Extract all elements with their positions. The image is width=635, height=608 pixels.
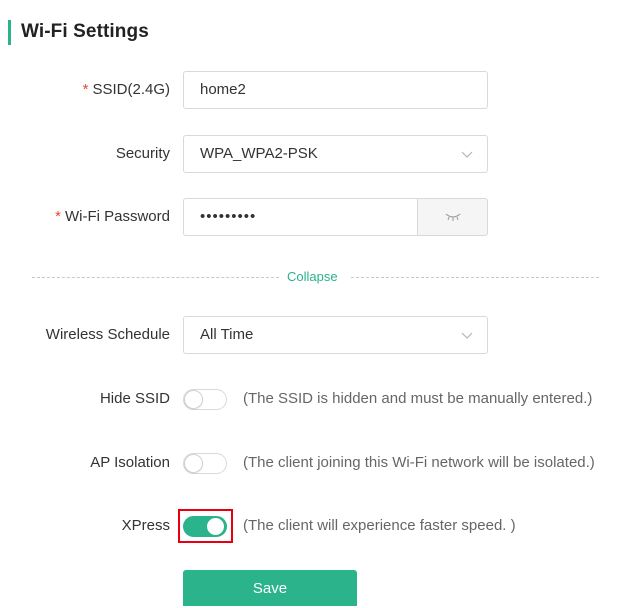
ap-isolation-row: AP Isolation (The client joining this Wi…: [0, 443, 635, 483]
xpress-label: XPress: [121, 517, 170, 534]
password-label-text: Wi-Fi Password: [64, 208, 170, 225]
security-label: Security: [115, 145, 170, 162]
schedule-select[interactable]: All Time: [183, 316, 488, 354]
password-visibility-toggle[interactable]: [417, 198, 488, 236]
collapse-link[interactable]: Collapse: [287, 269, 338, 284]
password-label: * Wi-Fi Password: [55, 197, 170, 237]
ssid-label: * SSID(2.4G): [83, 70, 170, 110]
xpress-row: XPress (The client will experience faste…: [0, 506, 635, 546]
toggle-knob: [185, 391, 202, 408]
password-row: * Wi-Fi Password •••••••••: [0, 197, 635, 237]
security-select-value: WPA_WPA2-PSK: [200, 145, 318, 162]
security-row: Security WPA_WPA2-PSK: [0, 134, 635, 174]
ap-isolation-hint: (The client joining this Wi-Fi network w…: [243, 454, 595, 471]
password-input[interactable]: •••••••••: [183, 198, 417, 236]
collapse-divider: Collapse: [32, 266, 599, 290]
title-accent-bar: [8, 19, 11, 45]
required-mark: *: [82, 81, 89, 98]
toggle-knob: [185, 455, 202, 472]
required-mark: *: [55, 208, 61, 225]
security-select[interactable]: WPA_WPA2-PSK: [183, 135, 488, 173]
chevron-down-icon: [461, 332, 473, 339]
eye-closed-icon: [445, 213, 460, 221]
ssid-input[interactable]: home2: [183, 71, 488, 109]
save-button[interactable]: Save: [183, 570, 357, 606]
xpress-toggle[interactable]: [183, 516, 227, 537]
hide-ssid-label: Hide SSID: [99, 390, 170, 407]
divider-line-right: [351, 277, 599, 278]
page-title: Wi-Fi Settings: [21, 21, 149, 42]
schedule-row: Wireless Schedule All Time: [0, 315, 635, 355]
ssid-label-text: SSID(2.4G): [92, 81, 170, 98]
ap-isolation-label: AP Isolation: [90, 454, 170, 471]
schedule-label: Wireless Schedule: [45, 326, 170, 343]
divider-line-left: [32, 277, 279, 278]
section-header: Wi-Fi Settings: [8, 19, 149, 45]
xpress-hint: (The client will experience faster speed…: [243, 517, 516, 534]
schedule-select-value: All Time: [200, 326, 254, 343]
hide-ssid-row: Hide SSID (The SSID is hidden and must b…: [0, 379, 635, 419]
hide-ssid-toggle[interactable]: [183, 389, 227, 410]
ap-isolation-toggle[interactable]: [183, 453, 227, 474]
ssid-row: * SSID(2.4G) home2: [0, 70, 635, 110]
toggle-knob: [207, 518, 224, 535]
chevron-down-icon: [461, 151, 473, 158]
hide-ssid-hint: (The SSID is hidden and must be manually…: [243, 390, 593, 407]
